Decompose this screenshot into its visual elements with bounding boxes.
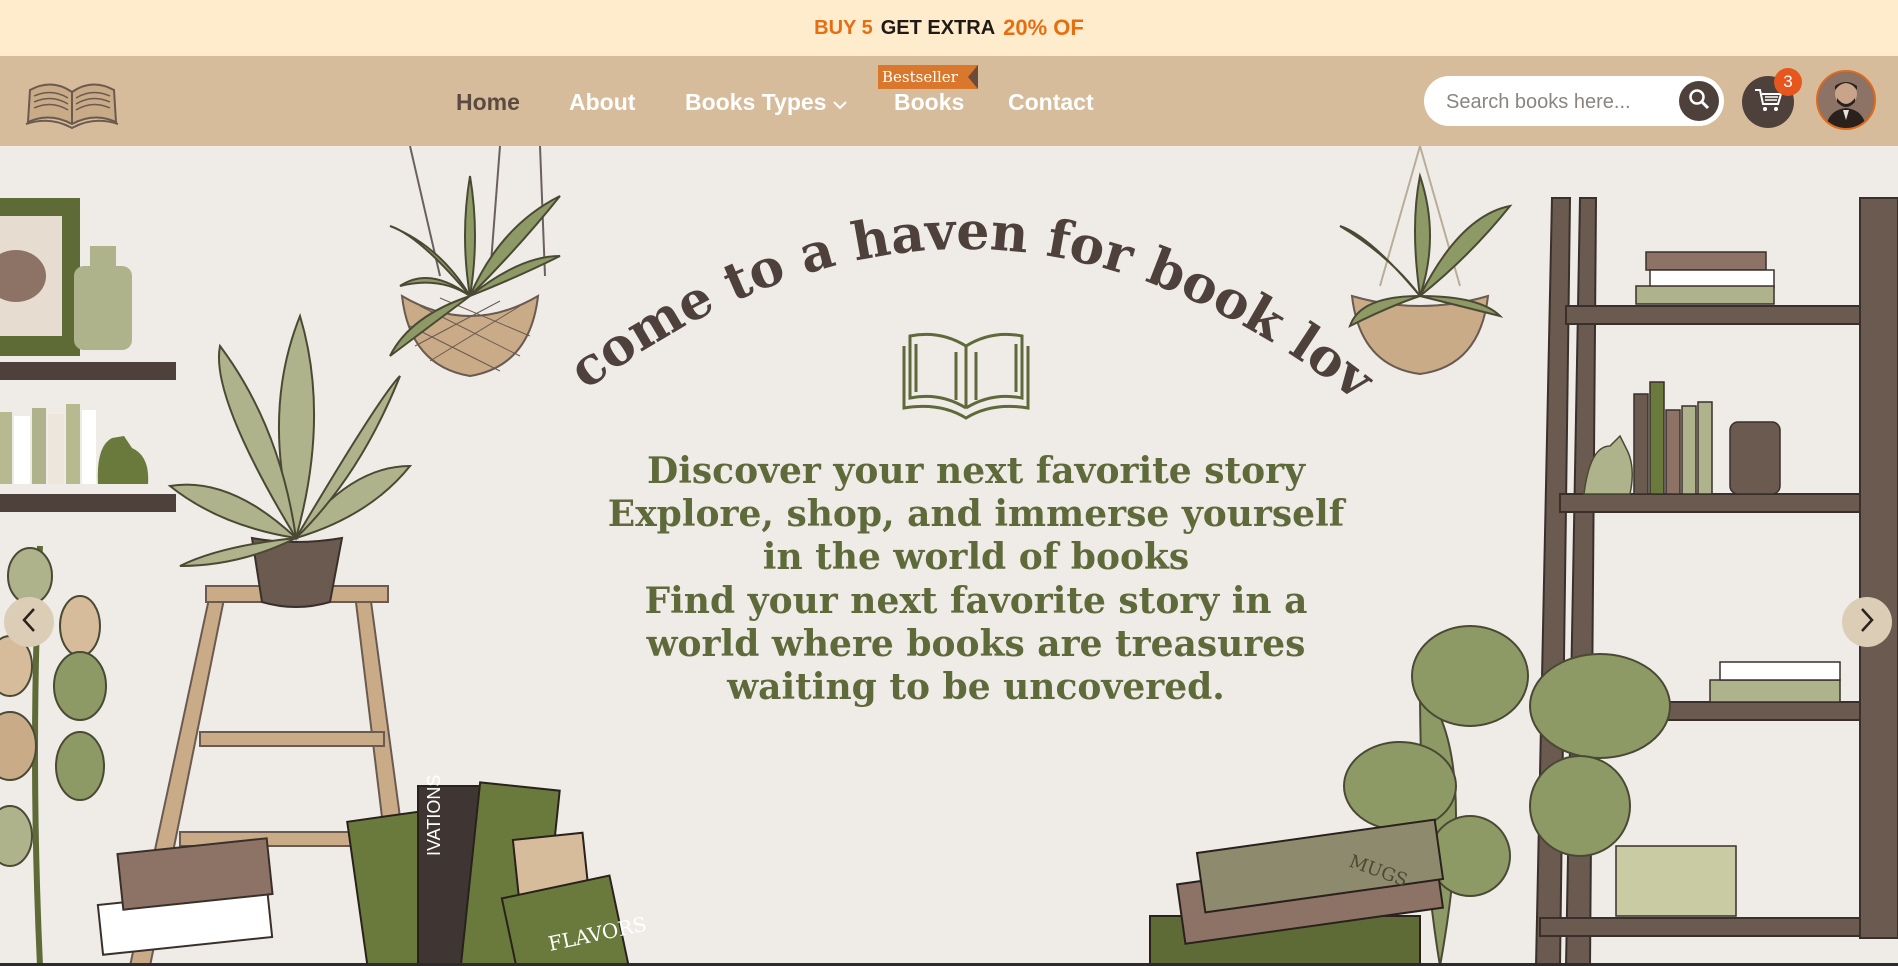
promo-text-1: BUY 5 bbox=[814, 16, 873, 39]
nav-books[interactable]: Books bbox=[894, 89, 964, 116]
bestseller-badge: Bestseller bbox=[878, 65, 978, 89]
search-input[interactable] bbox=[1444, 86, 1668, 118]
search-button[interactable] bbox=[1679, 81, 1719, 121]
search-icon bbox=[1688, 88, 1710, 114]
chevron-left-icon bbox=[19, 606, 39, 638]
carousel-prev-button[interactable] bbox=[4, 597, 54, 647]
promo-text-2: GET EXTRA bbox=[880, 16, 996, 39]
promo-bar: BUY 5 GET EXTRA 20% OF bbox=[0, 0, 1898, 56]
hero-tagline-2: Find your next favorite story in a world… bbox=[644, 580, 1308, 708]
search-box bbox=[1424, 76, 1724, 126]
chevron-right-icon bbox=[1857, 606, 1877, 638]
open-book-logo-icon[interactable] bbox=[22, 70, 122, 132]
nav-books-types-label: Books Types bbox=[685, 89, 827, 115]
cart-count-badge: 3 bbox=[1774, 68, 1802, 96]
nav-contact[interactable]: Contact bbox=[1008, 89, 1094, 116]
promo-text-3: 20% OF bbox=[1003, 15, 1084, 40]
chevron-down-icon bbox=[832, 90, 848, 117]
site-header: Home About Books Types Bestseller Books … bbox=[0, 56, 1898, 146]
avatar[interactable] bbox=[1816, 70, 1876, 130]
nav-home[interactable]: Home bbox=[456, 89, 520, 116]
book-spine-text: IVATIONS bbox=[424, 775, 444, 856]
carousel-next-button[interactable] bbox=[1842, 597, 1892, 647]
nav-books-types[interactable]: Books Types bbox=[685, 89, 848, 117]
nav-about[interactable]: About bbox=[569, 89, 635, 116]
hero-tagline: Discover your next favorite story Explor… bbox=[607, 450, 1345, 578]
hero-banner: IVATIONS FLAVORS MUGS come to a haven fo… bbox=[0, 146, 1898, 966]
